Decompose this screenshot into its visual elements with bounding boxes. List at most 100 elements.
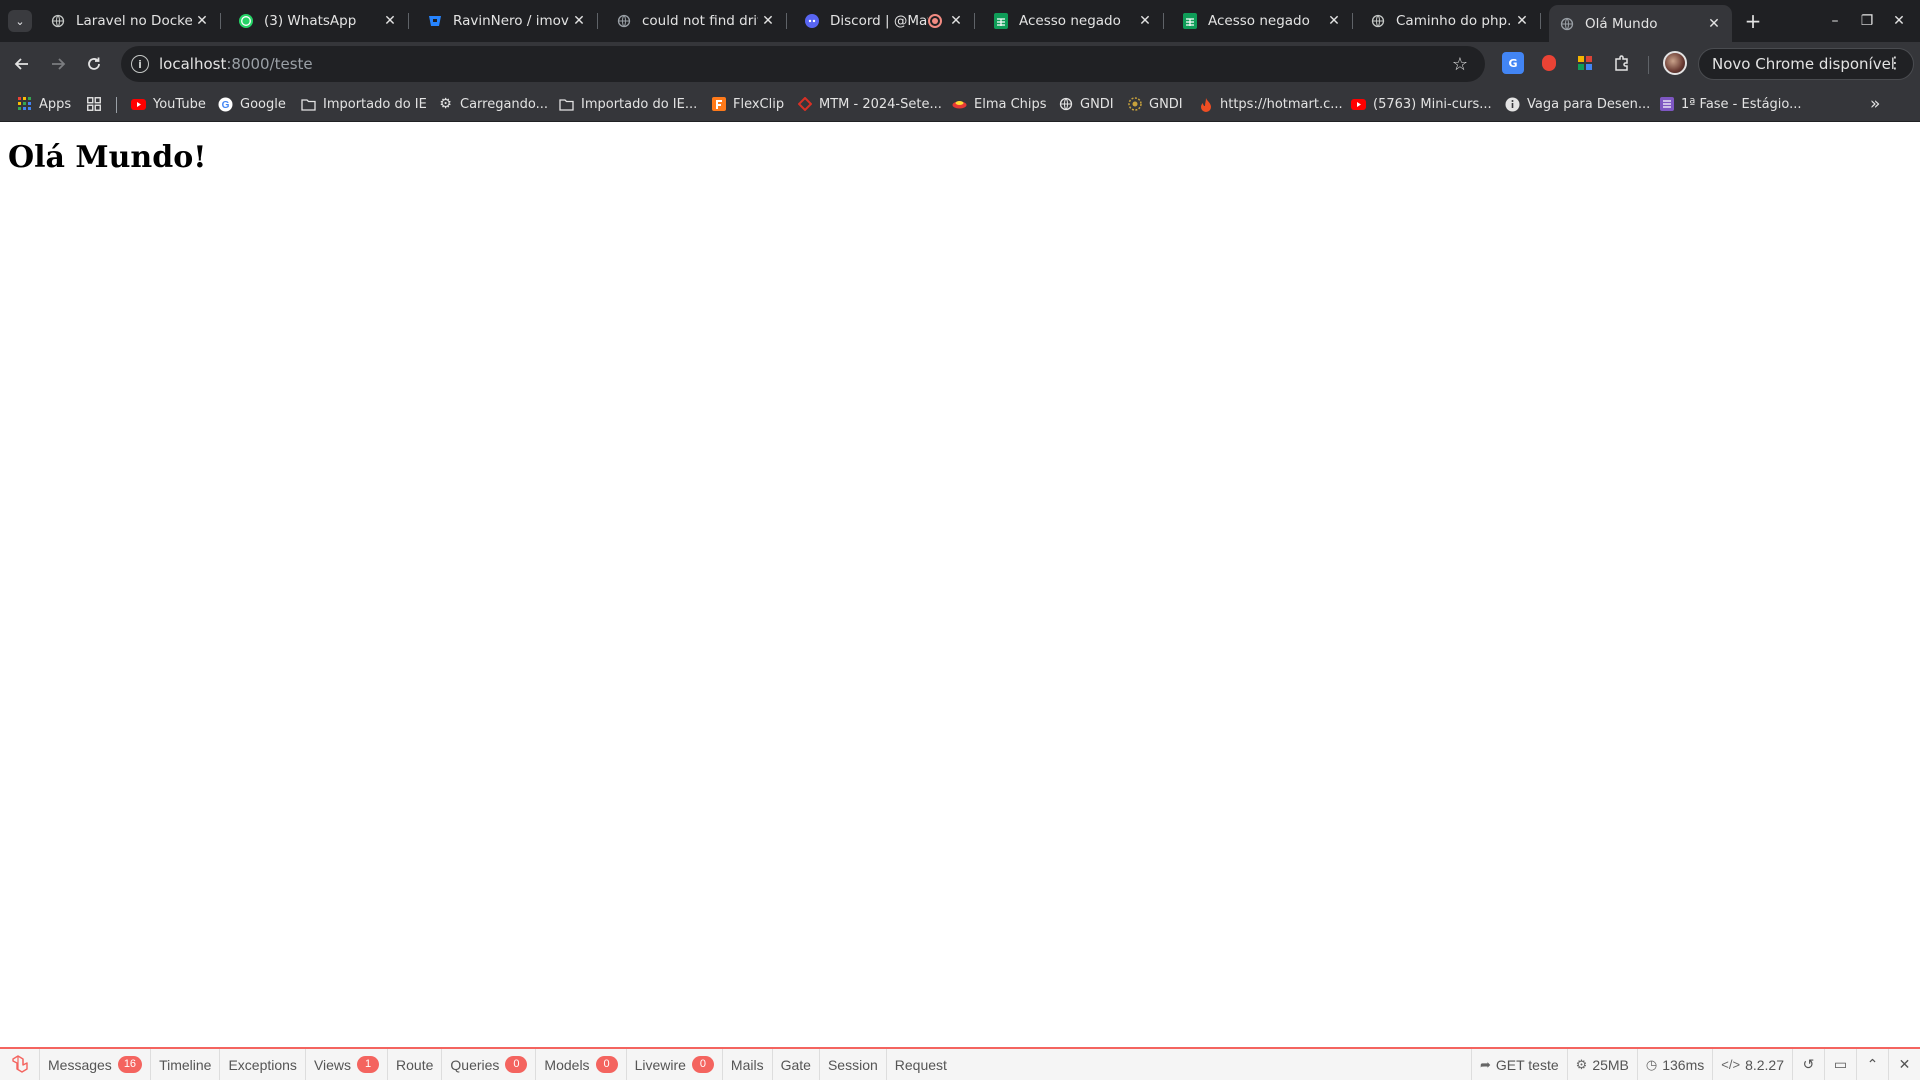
colorful-extension-icon[interactable] [1574,52,1596,74]
arrow-right-icon [52,58,66,70]
browser-tab[interactable]: Laravel no Docker T ✕ [40,5,221,37]
debugbar-tab-timeline[interactable]: Timeline [151,1049,221,1080]
bookmark-youtube-course[interactable]: (5763) Mini-curs... [1351,93,1492,115]
bookmark-vaga[interactable]: Vaga para Desen... [1505,93,1650,115]
chevron-up-icon[interactable]: ⌃ [1856,1049,1888,1080]
bookmarks-overflow-icon[interactable]: » [1870,94,1880,114]
bookmark-google[interactable]: G Google [218,93,286,115]
puzzle-extensions-icon[interactable] [1611,52,1633,74]
open-folder-icon[interactable]: ▭ [1824,1049,1856,1080]
browser-tab[interactable]: RavinNero / imovelp ✕ [417,5,598,37]
debugbar-tab-label: Mails [730,1056,764,1073]
debugbar-tab-label: Session [827,1056,878,1073]
discord-icon [804,13,820,29]
debugbar-tab-mails[interactable]: Mails [723,1049,773,1080]
profile-avatar[interactable] [1663,51,1687,75]
tab-separator [1352,13,1353,29]
close-icon[interactable]: ✕ [1512,11,1532,31]
route-value: GET teste [1495,1056,1559,1073]
close-icon[interactable]: ✕ [569,11,589,31]
bookmark-label: https://hotmart.c... [1220,96,1343,112]
back-button[interactable] [8,50,36,78]
close-icon[interactable]: ✕ [380,11,400,31]
site-info-icon[interactable]: i [131,55,149,73]
bookmark-apps[interactable]: Apps [17,93,71,115]
debugbar-tab-label: Views [313,1056,352,1073]
debugbar-tab-livewire[interactable]: Livewire 0 [627,1049,723,1080]
browser-tab[interactable]: could not find drive ✕ [606,5,787,37]
browser-tab-active[interactable]: Olá Mundo ✕ [1549,5,1732,42]
debugbar-tab-queries[interactable]: Queries 0 [442,1049,537,1080]
memory-indicator[interactable]: ⚙ 25MB [1566,1049,1637,1080]
bookmark-gndi[interactable]: GNDI [1127,93,1183,115]
debugbar-tab-gate[interactable]: Gate [773,1049,820,1080]
forward-button[interactable] [44,50,72,78]
chrome-update-button[interactable]: Novo Chrome disponível ⋮ [1698,48,1914,80]
new-tab-button[interactable]: + [1741,9,1765,33]
page-heading: Olá Mundo! [8,140,207,175]
debugbar-tab-exceptions[interactable]: Exceptions [220,1049,306,1080]
browser-tab[interactable]: Caminho do php.ex ✕ [1360,5,1541,37]
debugbar-tab-request[interactable]: Request [887,1049,955,1080]
reload-button[interactable] [80,50,108,78]
svg-text:G: G [222,100,230,111]
bookmark-hotmart[interactable]: https://hotmart.c... [1198,93,1343,115]
count-badge: 0 [595,1056,618,1073]
history-icon[interactable]: ↺ [1792,1049,1824,1080]
youtube-icon [1351,97,1366,112]
window-close-button[interactable]: ✕ [1888,10,1910,32]
red-extension-icon[interactable] [1538,52,1560,74]
debugbar-tab-messages[interactable]: Messages 16 [40,1049,152,1080]
tab-separator [1540,13,1541,29]
browser-tab[interactable]: Acesso negado ✕ [983,5,1164,37]
debugbar-tab-label: Exceptions [228,1056,297,1073]
bookmark-estagio[interactable]: 1ª Fase - Estágio... [1659,93,1802,115]
bookmark-gndi[interactable]: GNDI [1058,93,1114,115]
bookmark-youtube[interactable]: YouTube [131,93,206,115]
close-icon[interactable]: ✕ [1888,1049,1920,1080]
bookmark-folder[interactable]: Importado do IE [301,93,427,115]
more-menu-icon[interactable]: ⋮ [1887,53,1903,72]
close-icon[interactable]: ✕ [1324,11,1344,31]
bookmark-label: GNDI [1080,96,1114,112]
address-bar[interactable]: i localhost:8000/teste ☆ [121,46,1485,82]
minimize-button[interactable]: – [1824,10,1846,32]
laravel-debugbar: Messages 16 Timeline Exceptions Views 1 Ro… [0,1047,1920,1080]
bookmark-folder[interactable]: Importado do IE... [559,93,697,115]
close-icon[interactable]: ✕ [946,11,966,31]
laravel-logo-icon[interactable] [0,1049,40,1080]
cogs-icon: ⚙ [1575,1056,1588,1072]
bookmark-elma-chips[interactable]: Elma Chips [952,93,1047,115]
debugbar-tab-views[interactable]: Views 1 [306,1049,389,1080]
debugbar-tab-label: Timeline [159,1056,212,1073]
bookmark-flexclip[interactable]: FlexClip [711,93,784,115]
restore-button[interactable]: ❐ [1856,10,1878,32]
php-version-indicator[interactable]: </> 8.2.27 [1712,1049,1792,1080]
bookmark-star-icon[interactable]: ☆ [1449,53,1471,75]
close-icon[interactable]: ✕ [758,11,778,31]
route-indicator[interactable]: ➦ GET teste [1470,1049,1567,1080]
time-indicator[interactable]: ◷ 136ms [1636,1049,1712,1080]
tab-title: Caminho do php.ex [1396,13,1512,29]
tab-search-button[interactable]: ⌄ [8,10,32,32]
debugbar-tab-models[interactable]: Models 0 [536,1049,627,1080]
tab-title: Olá Mundo [1585,15,1658,32]
debugbar-tab-session[interactable]: Session [820,1049,887,1080]
browser-toolbar: i localhost:8000/teste ☆ G Novo Chrome d… [0,42,1920,87]
globe-icon [1370,13,1386,29]
browser-tab[interactable]: Discord | @Math ✕ [794,5,975,37]
browser-tab[interactable]: (3) WhatsApp ✕ [228,5,409,37]
globe-icon [616,13,632,29]
bookmark-tab-groups[interactable] [86,93,108,115]
close-icon[interactable]: ✕ [1704,14,1724,34]
bitbucket-icon [427,13,443,29]
bookmark-loading[interactable]: ⚙ Carregando... [438,93,548,115]
tab-separator [786,13,787,29]
translate-extension-icon[interactable]: G [1502,52,1524,74]
close-icon[interactable]: ✕ [1135,11,1155,31]
browser-tab[interactable]: Acesso negado ✕ [1172,5,1353,37]
close-icon[interactable]: ✕ [192,11,212,31]
debugbar-tab-route[interactable]: Route [388,1049,443,1080]
bookmark-mtm[interactable]: MTM - 2024-Sete... [797,93,942,115]
debugbar-tab-label: Request [894,1056,947,1073]
